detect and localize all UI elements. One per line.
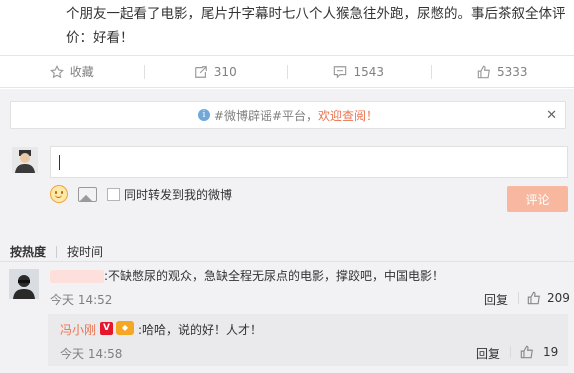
- reply-like-count: 19: [543, 345, 559, 359]
- avatar[interactable]: [12, 147, 38, 173]
- comment-text: :不缺憋尿的观众，急缺全程无尿点的电影，撑跤吧，中国电影！: [50, 267, 444, 284]
- reply-text: :哈哈，说的好！人才！: [138, 323, 263, 337]
- comment-like-count: 209: [547, 291, 570, 305]
- sort-divider: [56, 245, 58, 258]
- repost-icon: [194, 65, 208, 79]
- image-icon[interactable]: [78, 187, 97, 202]
- thumbs-up-icon[interactable]: [520, 344, 534, 359]
- post-action-bar: 收藏 310 1543 5333: [0, 55, 574, 88]
- commenter-avatar[interactable]: [9, 269, 39, 299]
- sort-bar: 按热度 按时间: [10, 243, 103, 260]
- comment-panel: i #微博辟谣#平台， 欢迎查阅！ ✕ 同时转发到我的微博 评论 按热度 按时间: [0, 89, 574, 373]
- commenter-name-blurred[interactable]: [50, 270, 104, 283]
- comment-count: 1543: [353, 64, 385, 79]
- close-icon[interactable]: ✕: [546, 108, 557, 123]
- favorite-label: 收藏: [69, 65, 94, 79]
- reply-username[interactable]: 冯小刚: [60, 321, 96, 338]
- reply-time: 今天 14:58: [60, 347, 123, 361]
- sort-by-time-tab[interactable]: 按时间: [67, 243, 103, 260]
- like-count: 5333: [496, 64, 528, 79]
- divider: [0, 261, 574, 262]
- comment-body: :不缺憋尿的观众，急缺全程无尿点的电影，撑跤吧，中国电影！: [104, 269, 445, 283]
- thumbs-up-icon: [477, 65, 491, 79]
- submit-comment-button[interactable]: 评论: [507, 186, 568, 212]
- repost-button[interactable]: 310: [143, 56, 288, 87]
- favorite-button[interactable]: 收藏: [0, 56, 144, 87]
- verified-badge-icon: V: [100, 322, 113, 335]
- comment-button[interactable]: 1543: [287, 56, 431, 87]
- divider: [518, 292, 519, 304]
- repost-checkbox-label[interactable]: 同时转发到我的微博: [124, 186, 232, 203]
- comment-icon: [333, 65, 347, 79]
- repost-count: 310: [213, 64, 237, 79]
- info-icon: i: [197, 109, 210, 121]
- comment-time: 今天 14:52: [50, 293, 113, 307]
- thumbs-up-icon[interactable]: [527, 290, 541, 305]
- reply-box: 冯小刚 V ◆ :哈哈，说的好！人才！ 今天 14:58 回复 19: [48, 314, 568, 366]
- emoji-mouth: [55, 194, 62, 198]
- repost-checkbox[interactable]: [107, 188, 120, 201]
- emoji-icon[interactable]: [50, 185, 68, 203]
- like-button[interactable]: 5333: [430, 56, 574, 87]
- comment-input[interactable]: [50, 146, 568, 178]
- notice-welcome-link[interactable]: 欢迎查阅！: [318, 107, 378, 124]
- star-icon: [49, 64, 64, 79]
- notice-tag-link[interactable]: #微博辟谣#平台，: [214, 107, 318, 124]
- divider: [510, 346, 511, 358]
- reply-reply-link[interactable]: 回复: [476, 345, 500, 362]
- rumor-notice-bar: i #微博辟谣#平台， 欢迎查阅！ ✕: [10, 101, 566, 129]
- text-caret: [59, 155, 60, 170]
- post-text: 个朋友一起看了电影，尾片升字幕时七八个人猴急往外跑，尿憋的。事后茶叙全体评价：好…: [66, 6, 566, 46]
- medal-icon: ◆: [116, 321, 134, 335]
- comment-reply-link[interactable]: 回复: [484, 291, 508, 308]
- sort-by-hot-tab[interactable]: 按热度: [10, 243, 46, 260]
